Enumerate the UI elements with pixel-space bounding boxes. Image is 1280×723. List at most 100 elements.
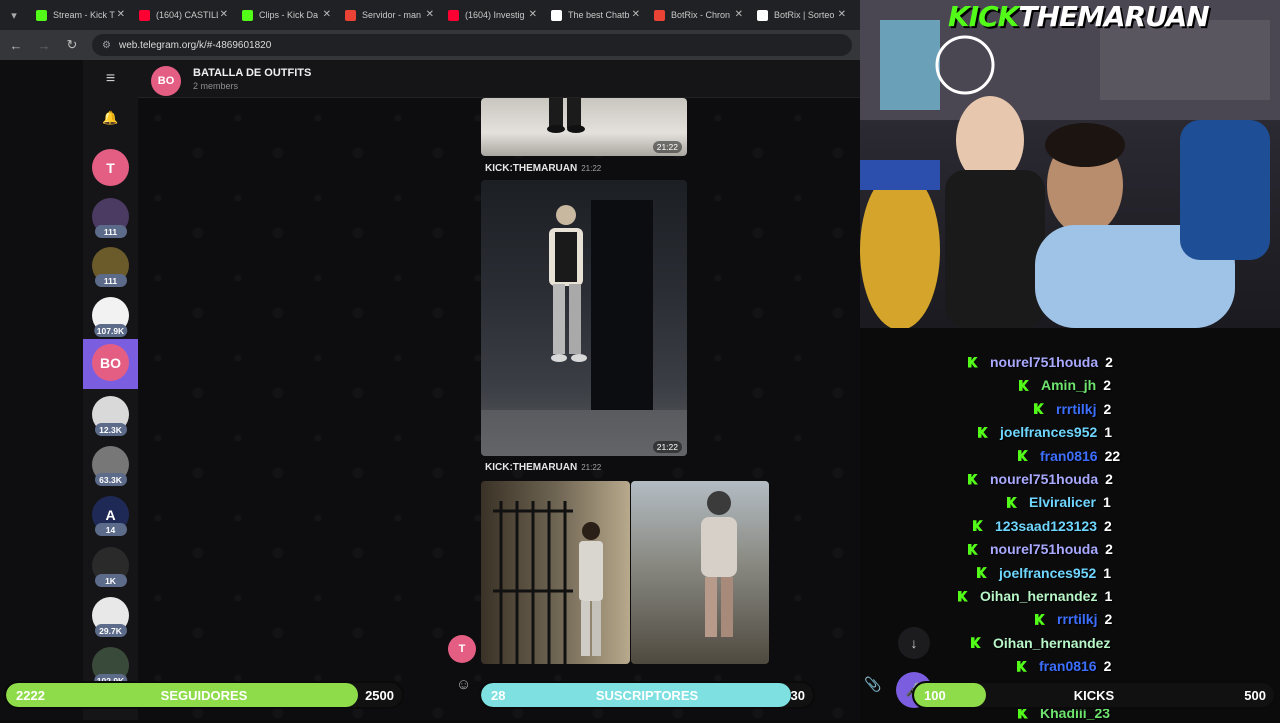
chat-list-item[interactable]: A 14 — [92, 496, 129, 536]
tab-close-icon[interactable]: ✕ — [529, 9, 537, 20]
goal-bar-suscriptores: SUSCRIPTORES 28 30 — [479, 681, 815, 709]
tab-title: The best Chatb — [568, 10, 630, 20]
chat-text: 1 — [1102, 494, 1111, 511]
chat-message: joelfrances952 1 — [977, 563, 1111, 583]
webcam-video — [860, 0, 1280, 328]
chat-message: Oihan_hernandez — [971, 633, 1117, 653]
goal-label: SUSCRIPTORES — [595, 687, 699, 703]
chat-message: nourel751houda 2 — [968, 352, 1113, 372]
browser-tab[interactable]: The best Chatb ✕ — [543, 0, 646, 30]
chat-username: Elviralicer — [1029, 494, 1096, 511]
url-field[interactable]: ⚙ web.telegram.org/k/#-4869601820 — [92, 34, 852, 56]
tab-favicon-icon — [139, 9, 150, 21]
browser-tab[interactable]: Clips - Kick Da ✕ — [234, 0, 337, 30]
kick-icon — [1017, 660, 1027, 672]
emoji-icon[interactable]: ☺ — [456, 676, 471, 693]
tab-favicon-icon — [36, 9, 47, 21]
message-photo[interactable] — [631, 481, 769, 664]
chat-avatar[interactable]: BO — [151, 66, 181, 96]
goal-target: 30 — [790, 687, 805, 703]
kick-icon — [968, 473, 978, 485]
kick-icon — [968, 356, 978, 368]
chat-list-item[interactable]: 1K — [92, 547, 129, 587]
chat-username: 123saad123123 — [995, 517, 1097, 534]
chat-list-item[interactable]: 111 — [92, 247, 129, 287]
message-time: 21:22 — [581, 463, 602, 472]
chat-title: BATALLA DE OUTFITS — [193, 67, 312, 79]
bell-icon[interactable]: 🔔 — [83, 110, 138, 126]
kick-icon — [1007, 496, 1017, 508]
webcam-content — [860, 0, 1280, 328]
tab-close-icon[interactable]: ✕ — [220, 9, 228, 20]
chat-username: fran0816 — [1040, 447, 1098, 464]
chat-message: 123saad123123 2 — [973, 516, 1112, 536]
chat-list-item[interactable]: 29.7K — [92, 597, 129, 637]
chat-list-item[interactable]: 63.3K — [92, 446, 129, 486]
browser-tab[interactable]: BotRix | Sorteo ✕ — [749, 0, 852, 30]
chat-username: Oihan_hernandez — [993, 634, 1111, 651]
chat-username: Oihan_hernandez — [980, 588, 1098, 604]
browser-tab[interactable]: BotRix - Chron ✕ — [646, 0, 749, 30]
tab-close-icon[interactable]: ✕ — [632, 9, 640, 20]
kick-icon — [1034, 403, 1044, 415]
message-sender[interactable]: KICK:THEMARUAN 21:22 — [485, 462, 601, 473]
browser-tab[interactable]: (1604) Investig ✕ — [440, 0, 543, 30]
message-photo[interactable]: 21:22 — [481, 98, 687, 156]
photo-time: 21:22 — [652, 441, 682, 453]
tab-close-icon[interactable]: ✕ — [323, 9, 331, 20]
menu-icon[interactable]: ≡ — [83, 70, 138, 88]
browser-tab[interactable]: (1604) CASTILL ✕ — [131, 0, 234, 30]
chat-list-item[interactable]: 111 — [92, 198, 129, 238]
attach-icon[interactable]: 📎 — [864, 676, 881, 693]
photo-content — [493, 501, 603, 664]
forward-icon[interactable]: → — [32, 33, 56, 57]
chat-list-item[interactable]: BO — [92, 344, 129, 381]
chat-text: 2 — [1103, 400, 1112, 417]
message-photo[interactable] — [481, 481, 630, 664]
unread-badge: 12.3K — [94, 423, 127, 436]
unread-badge: 111 — [94, 225, 127, 238]
tab-close-icon[interactable]: ✕ — [838, 9, 846, 20]
tab-favicon-icon — [345, 9, 356, 21]
chat-text: 2 — [1103, 377, 1112, 394]
tab-close-icon[interactable]: ✕ — [426, 9, 434, 20]
message-photo[interactable]: 21:22 — [481, 180, 687, 456]
chat-list-item[interactable]: 107.9K — [92, 297, 129, 337]
goal-current: 28 — [491, 687, 506, 703]
chat-message: Oihan_hernandez 1 — [958, 586, 1112, 606]
logo-kick: KICK — [948, 0, 1019, 33]
goal-target: 2500 — [365, 687, 394, 703]
chat-header[interactable]: BO BATALLA DE OUTFITS 2 members — [138, 60, 860, 98]
chat-message: Elviralicer 1 — [1007, 492, 1111, 512]
chat-text: 2 — [1105, 471, 1113, 487]
chat-message: fran0816 2 — [1017, 656, 1111, 676]
photo-content — [701, 491, 737, 637]
chat-list-item[interactable]: T — [92, 149, 129, 186]
site-info-icon[interactable]: ⚙ — [102, 40, 111, 51]
goal-label: SEGUIDORES — [160, 687, 248, 703]
chat-list-avatar-button[interactable]: T — [448, 635, 476, 663]
kick-icon — [971, 637, 981, 649]
photo-time: 21:22 — [652, 141, 682, 153]
chat-list-item[interactable]: 12.3K — [92, 396, 129, 436]
browser-tab[interactable]: Servidor - man ✕ — [337, 0, 440, 30]
message-list[interactable]: 21:22 KICK:THEMARUAN 21:22 21:22 KICK:THE… — [138, 98, 860, 720]
scroll-down-icon[interactable]: ↓ — [898, 627, 930, 659]
back-icon[interactable]: ← — [4, 33, 28, 57]
tab-close-icon[interactable]: ✕ — [735, 9, 743, 20]
kick-icon — [968, 543, 978, 555]
tab-search-icon[interactable]: ▾ — [0, 0, 28, 30]
message-sender[interactable]: KICK:THEMARUAN 21:22 — [485, 163, 601, 174]
chat-username: rrrtilkj — [1056, 400, 1097, 417]
chat-username: nourel751houda — [990, 541, 1099, 558]
browser-tab[interactable]: Stream - Kick T ✕ — [28, 0, 131, 30]
chat-member-count: 2 members — [193, 81, 239, 91]
unread-badge: 111 — [94, 274, 127, 287]
goal-current: 100 — [924, 687, 946, 703]
tab-close-icon[interactable]: ✕ — [117, 9, 125, 20]
chat-list-item[interactable]: 102.9K — [92, 647, 129, 687]
unread-badge: 107.9K — [93, 324, 128, 337]
reload-icon[interactable]: ↻ — [60, 33, 84, 57]
chat-username: rrrtilkj — [1057, 611, 1098, 628]
chat-username: joelfrances952 — [999, 564, 1097, 581]
